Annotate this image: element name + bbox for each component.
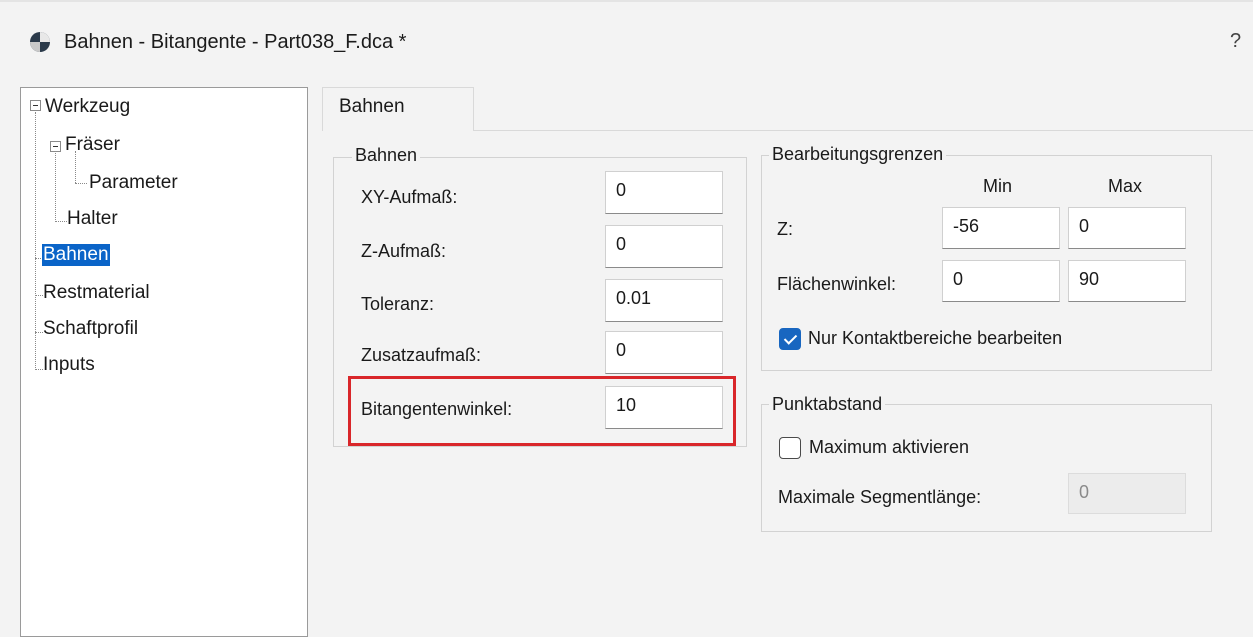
xy-aufmass-label: XY-Aufmaß: <box>361 187 458 207</box>
zusatzaufmass-input[interactable]: 0 <box>605 331 723 374</box>
tree-item-bahnen[interactable]: Bahnen <box>42 244 110 266</box>
z-min-input[interactable]: -56 <box>942 207 1060 249</box>
z-max-input[interactable]: 0 <box>1068 207 1186 249</box>
max-column-header: Max <box>1108 176 1143 196</box>
app-icon <box>28 30 52 54</box>
tree-item-restmaterial[interactable]: Restmaterial <box>43 282 150 304</box>
xy-aufmass-input[interactable]: 0 <box>605 171 723 214</box>
tree-connector <box>35 295 43 296</box>
nur-kontaktbereiche-checkbox[interactable] <box>779 328 801 350</box>
zusatzaufmass-label: Zusatzaufmaß: <box>361 345 482 365</box>
tree-connector <box>35 332 43 333</box>
tree-connector <box>55 221 67 222</box>
punktabstand-title: Punktabstand <box>769 394 886 415</box>
tab-bahnen-label: Bahnen <box>339 96 405 117</box>
flaechenwinkel-max-input[interactable]: 90 <box>1068 260 1186 302</box>
min-column-header: Min <box>983 176 1013 196</box>
help-button[interactable]: ? <box>1230 30 1241 53</box>
flaechenwinkel-label: Flächenwinkel: <box>777 274 897 294</box>
segmentlaenge-label: Maximale Segmentlänge: <box>778 487 982 507</box>
highlight-annotation <box>348 376 736 446</box>
bahnen-group-title: Bahnen <box>352 145 421 166</box>
tree-item-werkzeug[interactable]: Werkzeug <box>45 96 130 118</box>
z-aufmass-label: Z-Aufmaß: <box>361 241 447 261</box>
tree-panel: Werkzeug Fräser Parameter Halter Bahnen … <box>20 87 308 637</box>
tree-item-schaftprofil[interactable]: Schaftprofil <box>43 318 138 340</box>
tree-connector <box>35 369 43 370</box>
maximum-aktivieren-label[interactable]: Maximum aktivieren <box>809 437 969 458</box>
z-limit-label: Z: <box>777 219 793 239</box>
tree-item-parameter[interactable]: Parameter <box>89 172 178 194</box>
window-title: Bahnen - Bitangente - Part038_F.dca * <box>64 31 407 53</box>
nur-kontaktbereiche-label[interactable]: Nur Kontaktbereiche bearbeiten <box>808 328 1062 349</box>
tree-connector <box>55 151 56 222</box>
flaechenwinkel-min-input[interactable]: 0 <box>942 260 1060 302</box>
tree-item-fraeser[interactable]: Fräser <box>65 134 120 156</box>
tree-item-inputs[interactable]: Inputs <box>43 354 95 376</box>
toleranz-input[interactable]: 0.01 <box>605 279 723 322</box>
maximum-aktivieren-checkbox[interactable] <box>779 437 801 459</box>
collapse-werkzeug-icon[interactable] <box>30 100 41 111</box>
segmentlaenge-input[interactable]: 0 <box>1068 473 1186 514</box>
collapse-fraeser-icon[interactable] <box>50 141 61 152</box>
tree-item-halter[interactable]: Halter <box>67 208 118 230</box>
toleranz-label: Toleranz: <box>361 294 435 314</box>
tree-connector <box>75 183 87 184</box>
z-aufmass-input[interactable]: 0 <box>605 225 723 268</box>
bearbeitungsgrenzen-title: Bearbeitungsgrenzen <box>769 144 947 165</box>
tab-bahnen[interactable]: Bahnen <box>322 87 474 131</box>
